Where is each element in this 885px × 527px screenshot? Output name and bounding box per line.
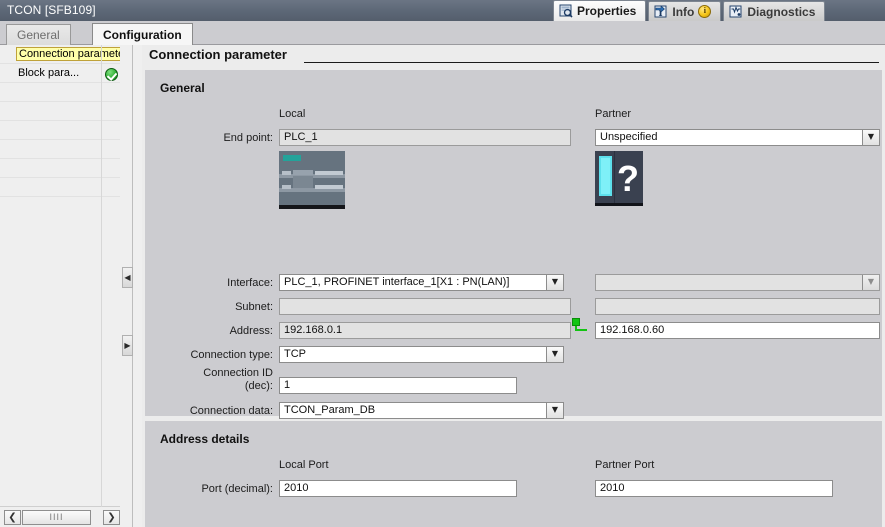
nav-item-block-parameter[interactable]: Block para... xyxy=(0,64,120,83)
general-section-title: General xyxy=(160,81,205,95)
tab-general[interactable]: General xyxy=(6,24,71,45)
label-connection-id-line2: (dec): xyxy=(244,380,273,392)
page-title-rule xyxy=(304,62,879,63)
general-panel: General Local Partner End point: PLC_1 U… xyxy=(145,70,882,437)
column-header-local: Local xyxy=(279,108,306,120)
nav-row-empty xyxy=(0,102,120,121)
document-tab-strip: Properties i Info i Diagnostics xyxy=(553,0,827,21)
label-end-point: End point: xyxy=(223,132,273,144)
info-icon: i xyxy=(654,4,668,19)
chevron-down-icon[interactable]: ▼ xyxy=(546,347,563,362)
field-connection-data-value: TCON_Param_DB xyxy=(284,404,376,416)
navigation-panel: Connection parameter Block para... ❮ III… xyxy=(0,45,131,527)
svg-text:?: ? xyxy=(617,158,639,199)
address-details-panel: Address details Local Port Partner Port … xyxy=(145,421,882,527)
label-address: Address: xyxy=(229,325,273,337)
column-header-partner-port: Partner Port xyxy=(595,459,655,471)
field-interface-local[interactable]: PLC_1, PROFINET interface_1[X1 : PN(LAN)… xyxy=(279,274,564,291)
field-connection-data[interactable]: TCON_Param_DB ▼ xyxy=(279,402,564,419)
page-header: Connection parameter xyxy=(142,45,885,66)
field-end-point-partner[interactable]: Unspecified ▼ xyxy=(595,129,880,146)
subnet-link-square xyxy=(572,318,580,326)
diagnostics-icon xyxy=(729,5,743,19)
field-end-point-local[interactable]: PLC_1 xyxy=(279,129,571,146)
window-title: TCON [SFB109] xyxy=(7,3,96,17)
chevron-down-icon[interactable]: ▼ xyxy=(546,275,563,290)
tab-diagnostics[interactable]: Diagnostics xyxy=(723,1,826,21)
content-area: Connection parameter General Local Partn… xyxy=(142,45,885,527)
subnet-link-icon xyxy=(572,318,588,332)
nav-row-empty xyxy=(0,178,120,197)
label-interface: Interface: xyxy=(227,277,273,289)
field-connection-type[interactable]: TCP ▼ xyxy=(279,346,564,363)
nav-horizontal-scrollbar[interactable]: ❮ IIII ❯ xyxy=(0,506,120,527)
address-details-section-title: Address details xyxy=(160,432,250,446)
tab-info-label: Info xyxy=(672,4,695,19)
scroll-left-icon[interactable]: ❮ xyxy=(4,510,21,525)
scroll-right-icon[interactable]: ❯ xyxy=(103,510,120,525)
field-subnet-local[interactable] xyxy=(279,298,571,315)
label-port-decimal: Port (decimal): xyxy=(201,483,273,495)
panel-splitter[interactable]: ◀ ▶ xyxy=(120,45,143,527)
label-connection-id-line1: Connection ID xyxy=(203,367,273,379)
nav-item-connection-parameter[interactable]: Connection parameter xyxy=(0,45,131,64)
field-local-port[interactable]: 2010 xyxy=(279,480,517,497)
info-badge-icon: i xyxy=(698,5,712,18)
properties-icon xyxy=(559,4,573,18)
window-titlebar: TCON [SFB109] Properties i Info i Diagno… xyxy=(0,0,885,22)
scrollbar-thumb[interactable]: IIII xyxy=(22,510,91,525)
nav-row-empty xyxy=(0,83,120,102)
tab-info[interactable]: i Info i xyxy=(648,1,722,21)
field-connection-type-value: TCP xyxy=(284,348,306,360)
label-connection-type: Connection type: xyxy=(190,349,273,361)
section-tab-strip: General Configuration xyxy=(0,21,885,46)
nav-item-block-parameter-label: Block para... xyxy=(18,67,80,79)
column-header-local-port: Local Port xyxy=(279,459,329,471)
field-end-point-partner-value: Unspecified xyxy=(600,131,658,143)
collapse-right-icon[interactable]: ▶ xyxy=(122,335,133,356)
nav-row-empty xyxy=(0,121,120,140)
field-interface-partner[interactable]: ▼ xyxy=(595,274,880,291)
chevron-down-icon[interactable]: ▼ xyxy=(862,130,879,145)
nav-item-connection-parameter-label: Connection parameter xyxy=(16,47,131,61)
field-connection-id[interactable]: 1 xyxy=(279,377,517,394)
field-address-partner[interactable]: 192.168.0.60 xyxy=(595,322,880,339)
tia-properties-window: TCON [SFB109] Properties i Info i Diagno… xyxy=(0,0,885,527)
unspecified-device-icon: ? xyxy=(595,151,643,206)
tab-configuration[interactable]: Configuration xyxy=(92,23,193,46)
field-interface-local-value: PLC_1, PROFINET interface_1[X1 : PN(LAN)… xyxy=(284,276,510,288)
column-header-partner: Partner xyxy=(595,108,632,120)
tab-properties[interactable]: Properties xyxy=(553,0,647,21)
field-address-local[interactable]: 192.168.0.1 xyxy=(279,322,571,339)
chevron-down-icon[interactable]: ▼ xyxy=(546,403,563,418)
label-connection-data: Connection data: xyxy=(189,405,273,417)
nav-row-empty xyxy=(0,140,120,159)
nav-row-empty xyxy=(0,159,120,178)
collapse-left-icon[interactable]: ◀ xyxy=(122,267,133,288)
tab-diagnostics-label: Diagnostics xyxy=(747,4,816,19)
field-subnet-partner[interactable] xyxy=(595,298,880,315)
label-subnet: Subnet: xyxy=(235,301,273,313)
field-partner-port[interactable]: 2010 xyxy=(595,480,833,497)
page-title: Connection parameter xyxy=(149,47,287,62)
tab-properties-label: Properties xyxy=(577,4,637,18)
plc-device-icon xyxy=(279,151,345,209)
subnet-link-horizontal xyxy=(575,329,587,331)
chevron-down-icon[interactable]: ▼ xyxy=(862,275,879,290)
